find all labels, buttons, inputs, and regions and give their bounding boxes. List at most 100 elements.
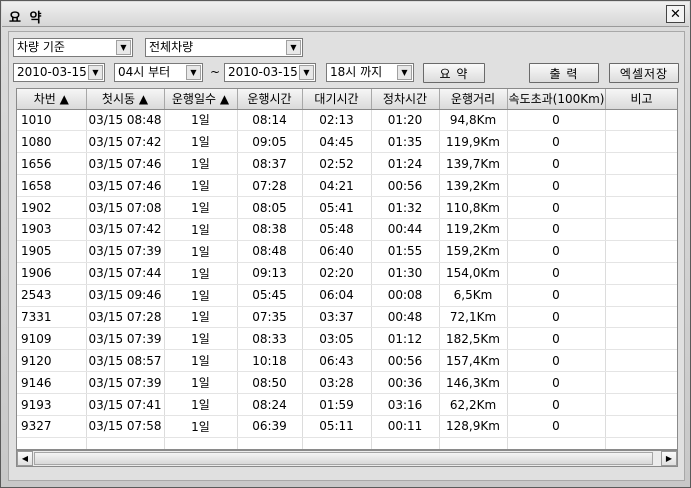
cell-stop-time: 00:56 — [371, 349, 440, 373]
table-row[interactable]: 9109 03/15 07:39 1일 08:33 03:05 01:12 182,5Km 0 — [17, 327, 677, 351]
table-row[interactable]: 9146 03/15 07:39 1일 08:50 03:28 00:36 146,3Km 0 — [17, 371, 677, 395]
start-hour-value: 04시 부터 — [118, 65, 171, 79]
cell-idle-time: 05:41 — [302, 196, 372, 219]
table-row[interactable]: 1080 03/15 07:42 1일 09:05 04:45 01:35 119,9Km 0 — [17, 130, 677, 154]
cell-idle-time: 06:40 — [302, 240, 372, 263]
cell-operating-days: 1일 — [164, 130, 238, 154]
table-row[interactable] — [17, 437, 677, 449]
chevron-down-icon[interactable]: ▼ — [397, 65, 412, 80]
close-button[interactable]: ✕ — [666, 5, 685, 23]
cell-operating-time: 08:37 — [237, 152, 303, 176]
cell-operating-days: 1일 — [164, 284, 238, 307]
title-bar[interactable]: 요 약 ✕ — [2, 2, 689, 27]
cell-vehicle-no: 9193 — [17, 393, 87, 416]
cell-operating-time: 08:14 — [237, 109, 303, 132]
cell-operating-days: 1일 — [164, 306, 238, 329]
table-row[interactable]: 9327 03/15 07:58 1일 06:39 05:11 00:11 128,9Km 0 — [17, 415, 677, 438]
column-header-idle-time[interactable]: 대기시간 — [302, 89, 372, 110]
cell-first-start: 03/15 07:39 — [86, 240, 165, 263]
cell-first-start: 03/15 07:39 — [86, 327, 165, 351]
column-header-vehicle-no[interactable]: 차번 ▲ — [17, 89, 87, 110]
column-header-distance[interactable]: 운행거리 — [439, 89, 508, 110]
chevron-down-icon[interactable]: ▼ — [116, 40, 131, 55]
table-row[interactable]: 1902 03/15 07:08 1일 08:05 05:41 01:32 110,8Km 0 — [17, 196, 677, 219]
cell-vehicle-no: 2543 — [17, 284, 87, 307]
cell-remarks — [605, 284, 677, 307]
chevron-down-icon[interactable]: ▼ — [286, 40, 301, 55]
cell-operating-days: 1일 — [164, 218, 238, 241]
table-row[interactable]: 9193 03/15 07:41 1일 08:24 01:59 03:16 62,2Km 0 — [17, 393, 677, 416]
cell-operating-days — [164, 437, 238, 449]
chevron-down-icon[interactable]: ▼ — [88, 65, 103, 80]
table-row[interactable]: 1658 03/15 07:46 1일 07:28 04:21 00:56 139,2Km 0 — [17, 174, 677, 198]
cell-vehicle-no: 1902 — [17, 196, 87, 219]
excel-save-button[interactable]: 엑셀저장 — [609, 63, 679, 83]
column-header-stop-time[interactable]: 정차시간 — [371, 89, 440, 110]
cell-vehicle-no: 1905 — [17, 240, 87, 263]
table-row[interactable]: 9120 03/15 08:57 1일 10:18 06:43 00:56 157,4Km 0 — [17, 349, 677, 373]
end-hour-value: 18시 까지 — [330, 65, 383, 79]
basis-select[interactable]: 차량 기준 ▼ — [13, 38, 133, 57]
range-separator: ~ — [210, 65, 221, 79]
horizontal-scrollbar[interactable]: ◀ ▶ — [16, 450, 678, 467]
table-row[interactable]: 7331 03/15 07:28 1일 07:35 03:37 00:48 72,1Km 0 — [17, 306, 677, 329]
cell-stop-time: 01:55 — [371, 240, 440, 263]
summary-table[interactable]: 차번 ▲ 첫시동 ▲ 운행일수 ▲ 운행시간 대기시간 정차시간 운행거리 속도… — [16, 88, 678, 450]
cell-remarks — [605, 415, 677, 438]
end-date-picker[interactable]: 2010-03-15 ▼ — [224, 63, 316, 82]
cell-idle-time: 02:20 — [302, 262, 372, 285]
cell-first-start: 03/15 07:44 — [86, 262, 165, 285]
cell-operating-time: 07:28 — [237, 174, 303, 198]
cell-remarks — [605, 349, 677, 373]
cell-first-start: 03/15 07:41 — [86, 393, 165, 416]
cell-distance: 94,8Km — [439, 109, 508, 132]
cell-distance: 139,7Km — [439, 152, 508, 176]
cell-first-start: 03/15 07:28 — [86, 306, 165, 329]
cell-operating-time: 08:33 — [237, 327, 303, 351]
cell-speeding: 0 — [507, 218, 606, 241]
cell-idle-time: 02:52 — [302, 152, 372, 176]
table-row[interactable]: 1903 03/15 07:42 1일 08:38 05:48 00:44 119,2Km 0 — [17, 218, 677, 241]
cell-speeding — [507, 437, 606, 449]
table-row[interactable]: 2543 03/15 09:46 1일 05:45 06:04 00:08 6,5Km 0 — [17, 284, 677, 307]
cell-vehicle-no — [17, 437, 87, 449]
scrollbar-thumb[interactable] — [34, 452, 653, 465]
print-button[interactable]: 출 력 — [529, 63, 599, 83]
start-date-picker[interactable]: 2010-03-15 ▼ — [13, 63, 105, 82]
cell-speeding: 0 — [507, 196, 606, 219]
chevron-down-icon[interactable]: ▼ — [186, 65, 201, 80]
cell-vehicle-no: 9146 — [17, 371, 87, 395]
column-header-operating-time[interactable]: 운행시간 — [237, 89, 303, 110]
cell-distance: 139,2Km — [439, 174, 508, 198]
scroll-left-button[interactable]: ◀ — [17, 451, 33, 466]
cell-first-start: 03/15 07:42 — [86, 218, 165, 241]
cell-speeding: 0 — [507, 327, 606, 351]
start-hour-select[interactable]: 04시 부터 ▼ — [114, 63, 203, 82]
cell-remarks — [605, 218, 677, 241]
summary-window: 요 약 ✕ 차량 기준 ▼ 전체차량 ▼ 2010-03-15 ▼ 04시 부터… — [0, 0, 691, 488]
cell-stop-time — [371, 437, 440, 449]
table-row[interactable]: 1656 03/15 07:46 1일 08:37 02:52 01:24 139,7Km 0 — [17, 152, 677, 176]
cell-speeding: 0 — [507, 262, 606, 285]
cell-idle-time: 06:04 — [302, 284, 372, 307]
column-header-remarks[interactable]: 비고 — [605, 89, 677, 110]
table-row[interactable]: 1905 03/15 07:39 1일 08:48 06:40 01:55 159,2Km 0 — [17, 240, 677, 263]
cell-idle-time: 02:13 — [302, 109, 372, 132]
summary-button[interactable]: 요 약 — [423, 63, 485, 83]
table-row[interactable]: 1010 03/15 08:48 1일 08:14 02:13 01:20 94,8Km 0 — [17, 109, 677, 132]
end-hour-select[interactable]: 18시 까지 ▼ — [326, 63, 414, 82]
column-header-operating-days[interactable]: 운행일수 ▲ — [164, 89, 238, 110]
scroll-right-button[interactable]: ▶ — [661, 451, 677, 466]
vehicle-select[interactable]: 전체차량 ▼ — [145, 38, 303, 57]
table-row[interactable]: 1906 03/15 07:44 1일 09:13 02:20 01:30 154,0Km 0 — [17, 262, 677, 285]
arrow-right-icon: ▶ — [665, 454, 673, 463]
cell-operating-days: 1일 — [164, 349, 238, 373]
cell-distance: 6,5Km — [439, 284, 508, 307]
column-header-speeding[interactable]: 속도초과(100Km) — [507, 89, 606, 110]
cell-operating-time: 09:13 — [237, 262, 303, 285]
chevron-down-icon[interactable]: ▼ — [299, 65, 314, 80]
cell-stop-time: 00:11 — [371, 415, 440, 438]
column-header-first-start[interactable]: 첫시동 ▲ — [86, 89, 165, 110]
start-date-value: 2010-03-15 — [17, 65, 87, 79]
cell-first-start: 03/15 07:58 — [86, 415, 165, 438]
